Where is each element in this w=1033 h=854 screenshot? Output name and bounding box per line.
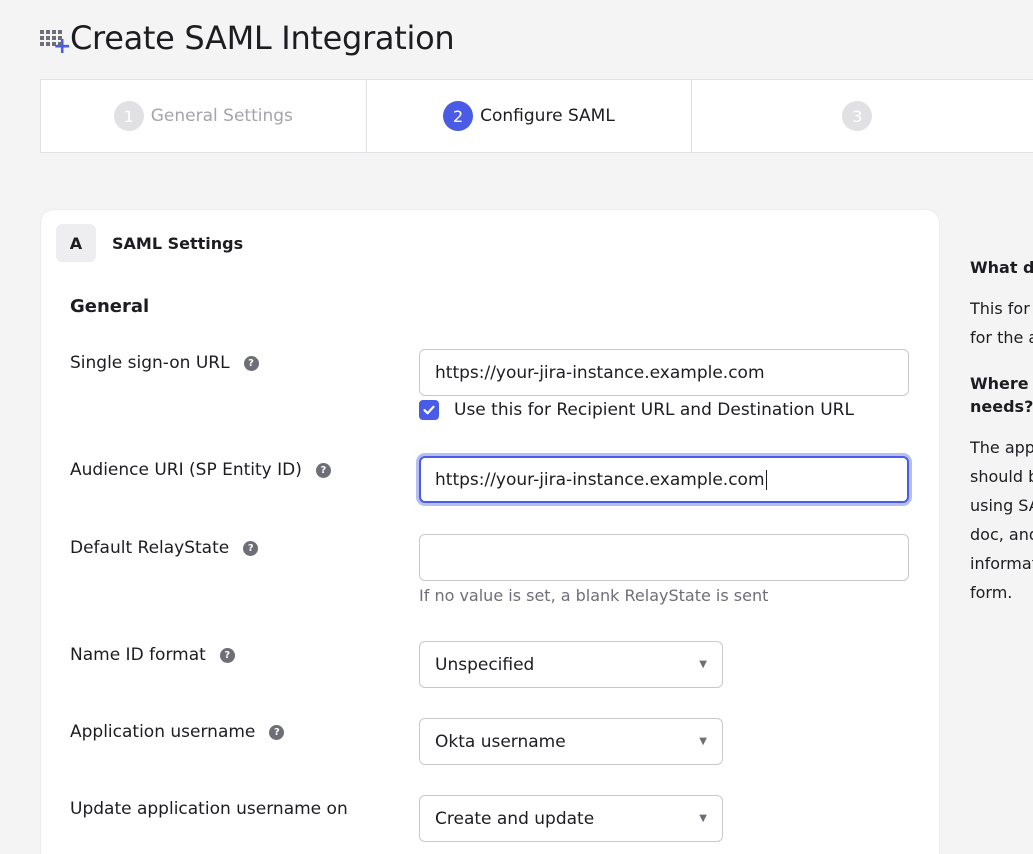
checkbox-checked-icon[interactable] <box>419 400 439 420</box>
step-configure-saml[interactable]: 2 Configure SAML <box>367 80 693 152</box>
sidebar-text-1: This for <box>970 299 1030 318</box>
page-title: Create SAML Integration <box>70 19 455 57</box>
group-title: General <box>70 296 150 317</box>
relay-state-input[interactable] <box>419 534 909 581</box>
step-general-settings[interactable]: 1 General Settings <box>41 80 367 152</box>
name-id-format-label-text: Name ID format <box>70 645 206 665</box>
sidebar-question-2b: needs? <box>970 397 1033 416</box>
dropdown-arrow-icon: ▼ <box>699 813 707 824</box>
help-icon[interactable]: ? <box>243 540 259 556</box>
app-username-label-text: Application username <box>70 722 256 742</box>
name-id-format-value: Unspecified <box>435 654 535 675</box>
sso-url-value: https://your-jira-instance.example.com <box>435 362 765 383</box>
name-id-format-select[interactable]: Unspecified ▼ <box>419 641 723 688</box>
sidebar-text-1b: for the a <box>970 328 1033 347</box>
update-username-value: Create and update <box>435 808 595 829</box>
update-username-label-text: Update application username on <box>70 799 348 819</box>
step-label: General Settings <box>150 106 293 126</box>
section-header: A SAML Settings <box>56 224 243 262</box>
step-3[interactable]: 3 <box>692 80 1033 152</box>
step-number: 3 <box>842 101 873 131</box>
text-caret <box>765 469 767 490</box>
sidebar-text-2e: informat <box>970 554 1033 573</box>
sidebar-text-2: The app <box>970 438 1033 457</box>
sidebar-text-2f: form. <box>970 583 1013 602</box>
audience-uri-label-text: Audience URI (SP Entity ID) <box>70 460 302 480</box>
update-username-select[interactable]: Create and update ▼ <box>419 795 723 842</box>
saml-settings-card: A SAML Settings General Single sign-on U… <box>40 209 940 854</box>
relay-state-label-text: Default RelayState <box>70 538 230 558</box>
section-title: SAML Settings <box>112 233 244 253</box>
sidebar-question-2: Where c <box>970 374 1033 393</box>
dropdown-arrow-icon: ▼ <box>699 659 707 670</box>
audience-uri-input[interactable]: https://your-jira-instance.example.com <box>419 456 909 503</box>
sidebar-question-1: What do <box>970 258 1033 277</box>
page-header: + Create SAML Integration <box>38 19 455 58</box>
update-username-label: Update application username on <box>70 799 348 819</box>
help-icon[interactable]: ? <box>219 647 235 663</box>
step-number: 1 <box>113 101 144 131</box>
help-sidebar: What do This for for the a Where c needs… <box>970 255 1033 602</box>
help-icon[interactable]: ? <box>269 724 285 740</box>
step-number: 2 <box>443 101 474 131</box>
app-username-select[interactable]: Okta username ▼ <box>419 718 723 765</box>
recipient-checkbox-label: Use this for Recipient URL and Destinati… <box>454 400 854 420</box>
relay-state-label: Default RelayState ? <box>70 538 259 558</box>
section-letter: A <box>56 224 96 262</box>
name-id-format-label: Name ID format ? <box>70 645 235 665</box>
sso-url-label: Single sign-on URL ? <box>70 353 259 373</box>
app-add-icon: + <box>38 22 71 58</box>
help-icon[interactable]: ? <box>315 462 331 478</box>
wizard-stepper: 1 General Settings 2 Configure SAML 3 <box>40 79 1033 153</box>
sidebar-text-2b: should b <box>970 467 1033 486</box>
recipient-destination-checkbox-row[interactable]: Use this for Recipient URL and Destinati… <box>419 400 854 420</box>
sidebar-text-2d: doc, and <box>970 525 1033 544</box>
relay-state-hint: If no value is set, a blank RelayState i… <box>419 586 769 605</box>
sso-url-label-text: Single sign-on URL <box>70 353 230 373</box>
app-username-value: Okta username <box>435 731 566 752</box>
audience-uri-value: https://your-jira-instance.example.com <box>435 469 765 490</box>
sidebar-text-2c: using SA <box>970 496 1033 515</box>
dropdown-arrow-icon: ▼ <box>699 736 707 747</box>
help-icon[interactable]: ? <box>243 355 259 371</box>
audience-uri-label: Audience URI (SP Entity ID) ? <box>70 460 331 480</box>
app-username-label: Application username ? <box>70 722 285 742</box>
sso-url-input[interactable]: https://your-jira-instance.example.com <box>419 349 909 396</box>
step-label: Configure SAML <box>480 106 615 126</box>
